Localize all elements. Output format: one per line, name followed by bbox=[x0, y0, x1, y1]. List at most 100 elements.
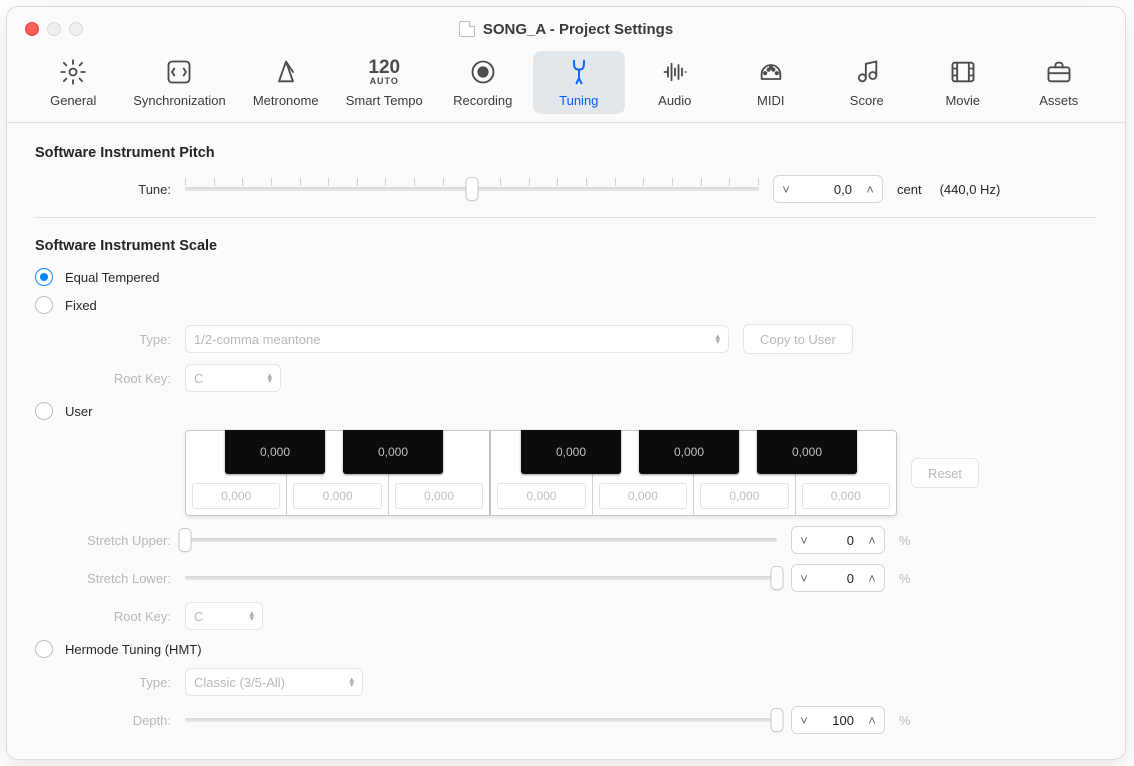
hermode-depth-thumb[interactable] bbox=[772, 709, 783, 731]
stretch-upper-thumb[interactable] bbox=[180, 529, 191, 551]
user-rootkey-select[interactable]: C ▴▾ bbox=[185, 602, 263, 630]
tab-label: MIDI bbox=[757, 93, 784, 108]
tab-synchronization[interactable]: Synchronization bbox=[123, 51, 236, 114]
stretch-lower-value[interactable]: 0 bbox=[816, 571, 860, 586]
tune-value[interactable]: 0,0 bbox=[798, 182, 858, 197]
fixed-rootkey-select[interactable]: C ▴▾ bbox=[185, 364, 281, 392]
black-key-offset[interactable]: 0,000 bbox=[792, 445, 822, 459]
tab-midi[interactable]: MIDI bbox=[725, 51, 817, 114]
black-key-offset[interactable]: 0,000 bbox=[260, 445, 290, 459]
reset-button[interactable]: Reset bbox=[911, 458, 979, 488]
white-key-offset[interactable]: 0,000 bbox=[599, 483, 687, 509]
waveform-icon bbox=[661, 57, 689, 87]
radio-user[interactable] bbox=[35, 402, 53, 420]
stretch-upper-slider[interactable] bbox=[185, 529, 777, 551]
copy-to-user-button[interactable]: Copy to User bbox=[743, 324, 853, 354]
tab-label: Tuning bbox=[559, 93, 598, 108]
stretch-lower-label: Stretch Lower: bbox=[35, 571, 171, 586]
black-key[interactable]: 0,000 bbox=[639, 430, 739, 474]
briefcase-icon bbox=[1045, 57, 1073, 87]
close-window-button[interactable] bbox=[25, 22, 39, 36]
tab-label: Recording bbox=[453, 93, 512, 108]
stretch-upper-label: Stretch Upper: bbox=[35, 533, 171, 548]
white-key-offset[interactable]: 0,000 bbox=[497, 483, 585, 509]
minimize-window-button[interactable] bbox=[47, 22, 61, 36]
hermode-depth-stepper[interactable]: ˅ 100 ˄ bbox=[791, 706, 885, 734]
tab-tuning[interactable]: Tuning bbox=[533, 51, 625, 114]
tune-stepper[interactable]: ˅ 0,0 ˄ bbox=[773, 175, 883, 203]
black-key[interactable]: 0,000 bbox=[343, 430, 443, 474]
hermode-type-label: Type: bbox=[35, 675, 171, 690]
tab-label: Metronome bbox=[253, 93, 319, 108]
radio-equal-tempered-label: Equal Tempered bbox=[65, 270, 159, 285]
tab-assets[interactable]: Assets bbox=[1013, 51, 1105, 114]
stretch-upper-stepper[interactable]: ˅ 0 ˄ bbox=[791, 526, 885, 554]
white-key-offset[interactable]: 0,000 bbox=[802, 483, 890, 509]
tab-label: General bbox=[50, 93, 96, 108]
white-key-offset[interactable]: 0,000 bbox=[395, 483, 483, 509]
unit-percent: % bbox=[899, 533, 911, 548]
stepper-decrement[interactable]: ˅ bbox=[774, 176, 798, 202]
user-rootkey-value: C bbox=[194, 609, 203, 624]
metronome-icon bbox=[272, 57, 300, 87]
stepper-increment[interactable]: ˄ bbox=[858, 176, 882, 202]
score-icon bbox=[853, 57, 881, 87]
window-traffic-lights bbox=[25, 22, 83, 36]
tab-metronome[interactable]: Metronome bbox=[240, 51, 332, 114]
stretch-lower-slider[interactable] bbox=[185, 567, 777, 589]
black-key-offset[interactable]: 0,000 bbox=[378, 445, 408, 459]
hermode-depth-value[interactable]: 100 bbox=[816, 713, 860, 728]
project-settings-window: SONG_A - Project Settings General Synchr… bbox=[6, 6, 1126, 760]
radio-fixed-label: Fixed bbox=[65, 298, 97, 313]
chevron-updown-icon: ▴▾ bbox=[349, 677, 354, 687]
stepper-decrement[interactable]: ˅ bbox=[792, 707, 816, 733]
scale-heading: Software Instrument Scale bbox=[35, 238, 1097, 254]
fixed-type-label: Type: bbox=[35, 332, 171, 347]
radio-equal-tempered[interactable] bbox=[35, 268, 53, 286]
radio-fixed[interactable] bbox=[35, 296, 53, 314]
fixed-type-select[interactable]: 1/2-comma meantone ▴▾ bbox=[185, 325, 729, 353]
hermode-depth-label: Depth: bbox=[35, 713, 171, 728]
titlebar: SONG_A - Project Settings bbox=[7, 7, 1125, 51]
stretch-lower-stepper[interactable]: ˅ 0 ˄ bbox=[791, 564, 885, 592]
black-key[interactable]: 0,000 bbox=[521, 430, 621, 474]
hermode-type-value: Classic (3/5-All) bbox=[194, 675, 285, 690]
tab-general[interactable]: General bbox=[27, 51, 119, 114]
stepper-increment[interactable]: ˄ bbox=[860, 565, 884, 591]
radio-hermode[interactable] bbox=[35, 640, 53, 658]
tab-audio[interactable]: Audio bbox=[629, 51, 721, 114]
gear-icon bbox=[59, 57, 87, 87]
tab-label: Audio bbox=[658, 93, 691, 108]
white-key-offset[interactable]: 0,000 bbox=[192, 483, 280, 509]
tab-smart-tempo[interactable]: 120 AUTO Smart Tempo bbox=[336, 51, 433, 114]
tab-movie[interactable]: Movie bbox=[917, 51, 1009, 114]
stretch-upper-value[interactable]: 0 bbox=[816, 533, 860, 548]
stepper-decrement[interactable]: ˅ bbox=[792, 527, 816, 553]
settings-toolbar: General Synchronization Metronome 120 AU… bbox=[7, 51, 1125, 123]
tune-slider-thumb[interactable] bbox=[467, 178, 478, 200]
stretch-lower-thumb[interactable] bbox=[772, 567, 783, 589]
tab-label: Synchronization bbox=[133, 93, 226, 108]
document-icon bbox=[459, 21, 475, 37]
stepper-decrement[interactable]: ˅ bbox=[792, 565, 816, 591]
tune-frequency: (440,0 Hz) bbox=[940, 182, 1001, 197]
black-key-offset[interactable]: 0,000 bbox=[556, 445, 586, 459]
tab-score[interactable]: Score bbox=[821, 51, 913, 114]
stepper-increment[interactable]: ˄ bbox=[860, 527, 884, 553]
black-key[interactable]: 0,000 bbox=[757, 430, 857, 474]
midi-icon bbox=[757, 57, 785, 87]
black-key-offset[interactable]: 0,000 bbox=[674, 445, 704, 459]
radio-hermode-label: Hermode Tuning (HMT) bbox=[65, 642, 202, 657]
zoom-window-button[interactable] bbox=[69, 22, 83, 36]
hermode-depth-slider[interactable] bbox=[185, 709, 777, 731]
unit-percent: % bbox=[899, 571, 911, 586]
white-key-offset[interactable]: 0,000 bbox=[700, 483, 788, 509]
fixed-type-value: 1/2-comma meantone bbox=[194, 332, 320, 347]
hermode-type-select[interactable]: Classic (3/5-All) ▴▾ bbox=[185, 668, 363, 696]
tune-slider[interactable] bbox=[185, 178, 759, 200]
black-key[interactable]: 0,000 bbox=[225, 430, 325, 474]
tab-recording[interactable]: Recording bbox=[437, 51, 529, 114]
white-key-offset[interactable]: 0,000 bbox=[293, 483, 381, 509]
reset-label: Reset bbox=[928, 466, 962, 481]
stepper-increment[interactable]: ˄ bbox=[860, 707, 884, 733]
